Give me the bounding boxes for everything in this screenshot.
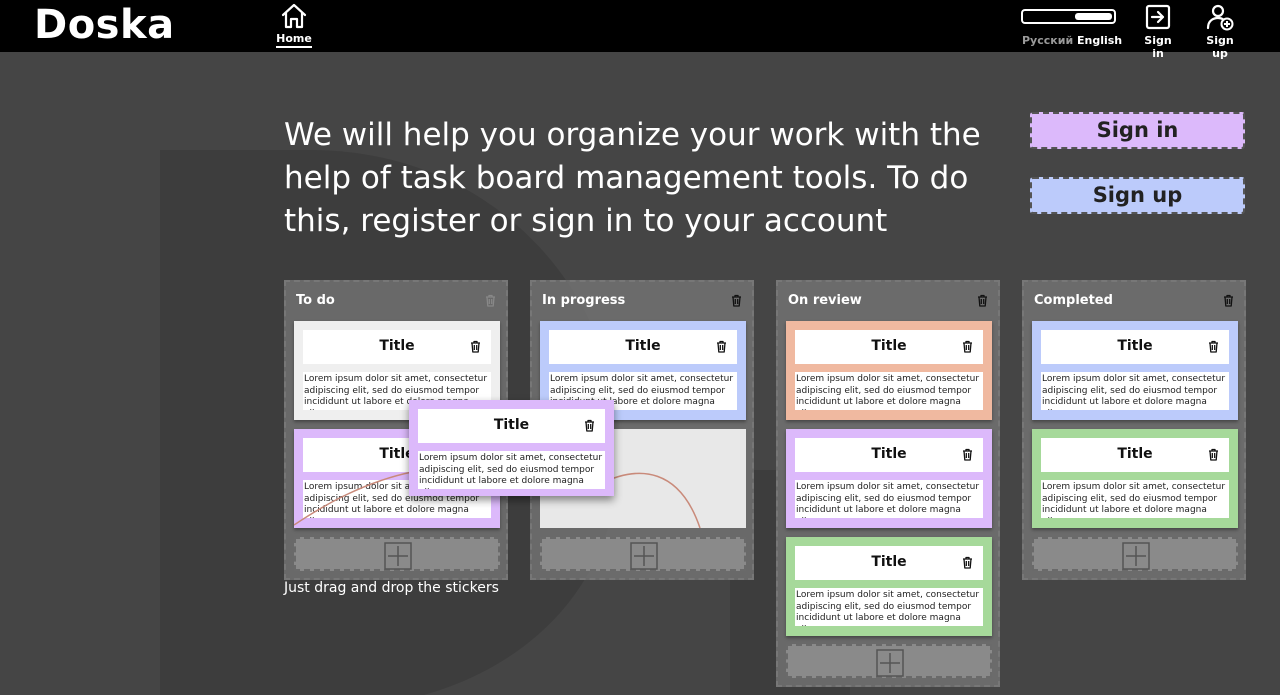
nav-home-label: Home xyxy=(276,32,312,48)
nav-home[interactable]: Home xyxy=(276,2,312,48)
top-navbar: Doska Home Русский English Sign in Sign … xyxy=(0,0,1280,60)
trash-icon[interactable] xyxy=(962,338,973,357)
plus-icon xyxy=(630,542,658,570)
sticker-title[interactable]: Title xyxy=(418,417,605,433)
trash-icon[interactable] xyxy=(962,446,973,465)
column-title: Completed xyxy=(1034,293,1113,308)
sticker-card[interactable]: Title Lorem ipsum dolor sit amet, consect… xyxy=(1032,429,1238,528)
trash-icon[interactable] xyxy=(977,292,988,311)
sticker-body[interactable]: Lorem ipsum dolor sit amet, consectetur … xyxy=(795,588,983,626)
sticker-body[interactable]: Lorem ipsum dolor sit amet, consectetur … xyxy=(1041,372,1229,410)
trash-icon[interactable] xyxy=(1208,338,1219,357)
add-sticker-button[interactable] xyxy=(540,537,746,571)
sticker-title[interactable]: Title xyxy=(303,338,491,354)
trash-icon[interactable] xyxy=(962,554,973,573)
sticker-header: Title xyxy=(1041,438,1229,472)
hero-text: We will help you organize your work with… xyxy=(284,117,981,239)
sticker-header: Title xyxy=(1041,330,1229,364)
home-icon xyxy=(281,3,307,29)
signin-button[interactable]: Sign in xyxy=(1030,112,1245,149)
sticker-body[interactable]: Lorem ipsum dolor sit amet, consectetur … xyxy=(795,372,983,410)
lang-en-option[interactable]: English xyxy=(1077,34,1122,47)
trash-icon[interactable] xyxy=(731,292,742,311)
sign-in-icon xyxy=(1145,4,1171,30)
logo[interactable]: Doska xyxy=(34,2,175,48)
signup-button[interactable]: Sign up xyxy=(1030,177,1245,214)
trash-icon[interactable] xyxy=(716,338,727,357)
sticker-body[interactable]: Lorem ipsum dolor sit amet, consectetur … xyxy=(418,451,605,489)
sticker-title[interactable]: Title xyxy=(795,446,983,462)
sticker-card[interactable]: Title Lorem ipsum dolor sit amet, consect… xyxy=(786,321,992,420)
sticker-header: Title xyxy=(303,330,491,364)
board-column: Completed Title Lorem ipsum dolor sit amet… xyxy=(1022,280,1246,580)
sticker-title[interactable]: Title xyxy=(1041,338,1229,354)
nav-signin[interactable]: Sign in xyxy=(1138,3,1178,60)
board-column: On review Title Lorem ipsum dolor sit amet… xyxy=(776,280,1000,687)
add-user-icon xyxy=(1206,4,1234,31)
trash-icon[interactable] xyxy=(584,417,595,436)
sticker-header: Title xyxy=(795,438,983,472)
language-toggle[interactable] xyxy=(1021,9,1116,24)
sticker-header: Title xyxy=(795,330,983,364)
sticker-body[interactable]: Lorem ipsum dolor sit amet, consectetur … xyxy=(1041,480,1229,518)
sticker-title[interactable]: Title xyxy=(795,338,983,354)
add-sticker-button[interactable] xyxy=(786,644,992,678)
sticker-header: Title xyxy=(549,330,737,364)
plus-icon xyxy=(876,649,904,677)
sticker-title[interactable]: Title xyxy=(1041,446,1229,462)
nav-signup-label: Sign up xyxy=(1206,34,1234,60)
add-sticker-button[interactable] xyxy=(294,537,500,571)
sticker-title[interactable]: Title xyxy=(549,338,737,354)
drag-drop-caption: Just drag and drop the stickers xyxy=(284,580,499,596)
dragging-sticker[interactable]: Title Lorem ipsum dolor sit amet, consec… xyxy=(409,400,614,496)
trash-icon[interactable] xyxy=(470,338,481,357)
trash-icon[interactable] xyxy=(1208,446,1219,465)
sticker-card[interactable]: Title Lorem ipsum dolor sit amet, consect… xyxy=(786,537,992,636)
lang-ru-option[interactable]: Русский xyxy=(1022,34,1073,47)
trash-icon[interactable] xyxy=(485,292,496,311)
sticker-card[interactable]: Title Lorem ipsum dolor sit amet, consect… xyxy=(1032,321,1238,420)
plus-icon xyxy=(1122,542,1150,570)
sticker-header: Title xyxy=(418,409,605,443)
sticker-header: Title xyxy=(795,546,983,580)
column-title: In progress xyxy=(542,293,626,308)
language-toggle-knob xyxy=(1075,13,1112,20)
nav-signin-label: Sign in xyxy=(1144,34,1172,60)
trash-icon[interactable] xyxy=(1223,292,1234,311)
column-title: To do xyxy=(296,293,335,308)
sticker-title[interactable]: Title xyxy=(795,554,983,570)
sticker-card[interactable]: Title Lorem ipsum dolor sit amet, consect… xyxy=(786,429,992,528)
column-title: On review xyxy=(788,293,862,308)
add-sticker-button[interactable] xyxy=(1032,537,1238,571)
nav-signup[interactable]: Sign up xyxy=(1198,3,1242,60)
plus-icon xyxy=(384,542,412,570)
sticker-body[interactable]: Lorem ipsum dolor sit amet, consectetur … xyxy=(795,480,983,518)
